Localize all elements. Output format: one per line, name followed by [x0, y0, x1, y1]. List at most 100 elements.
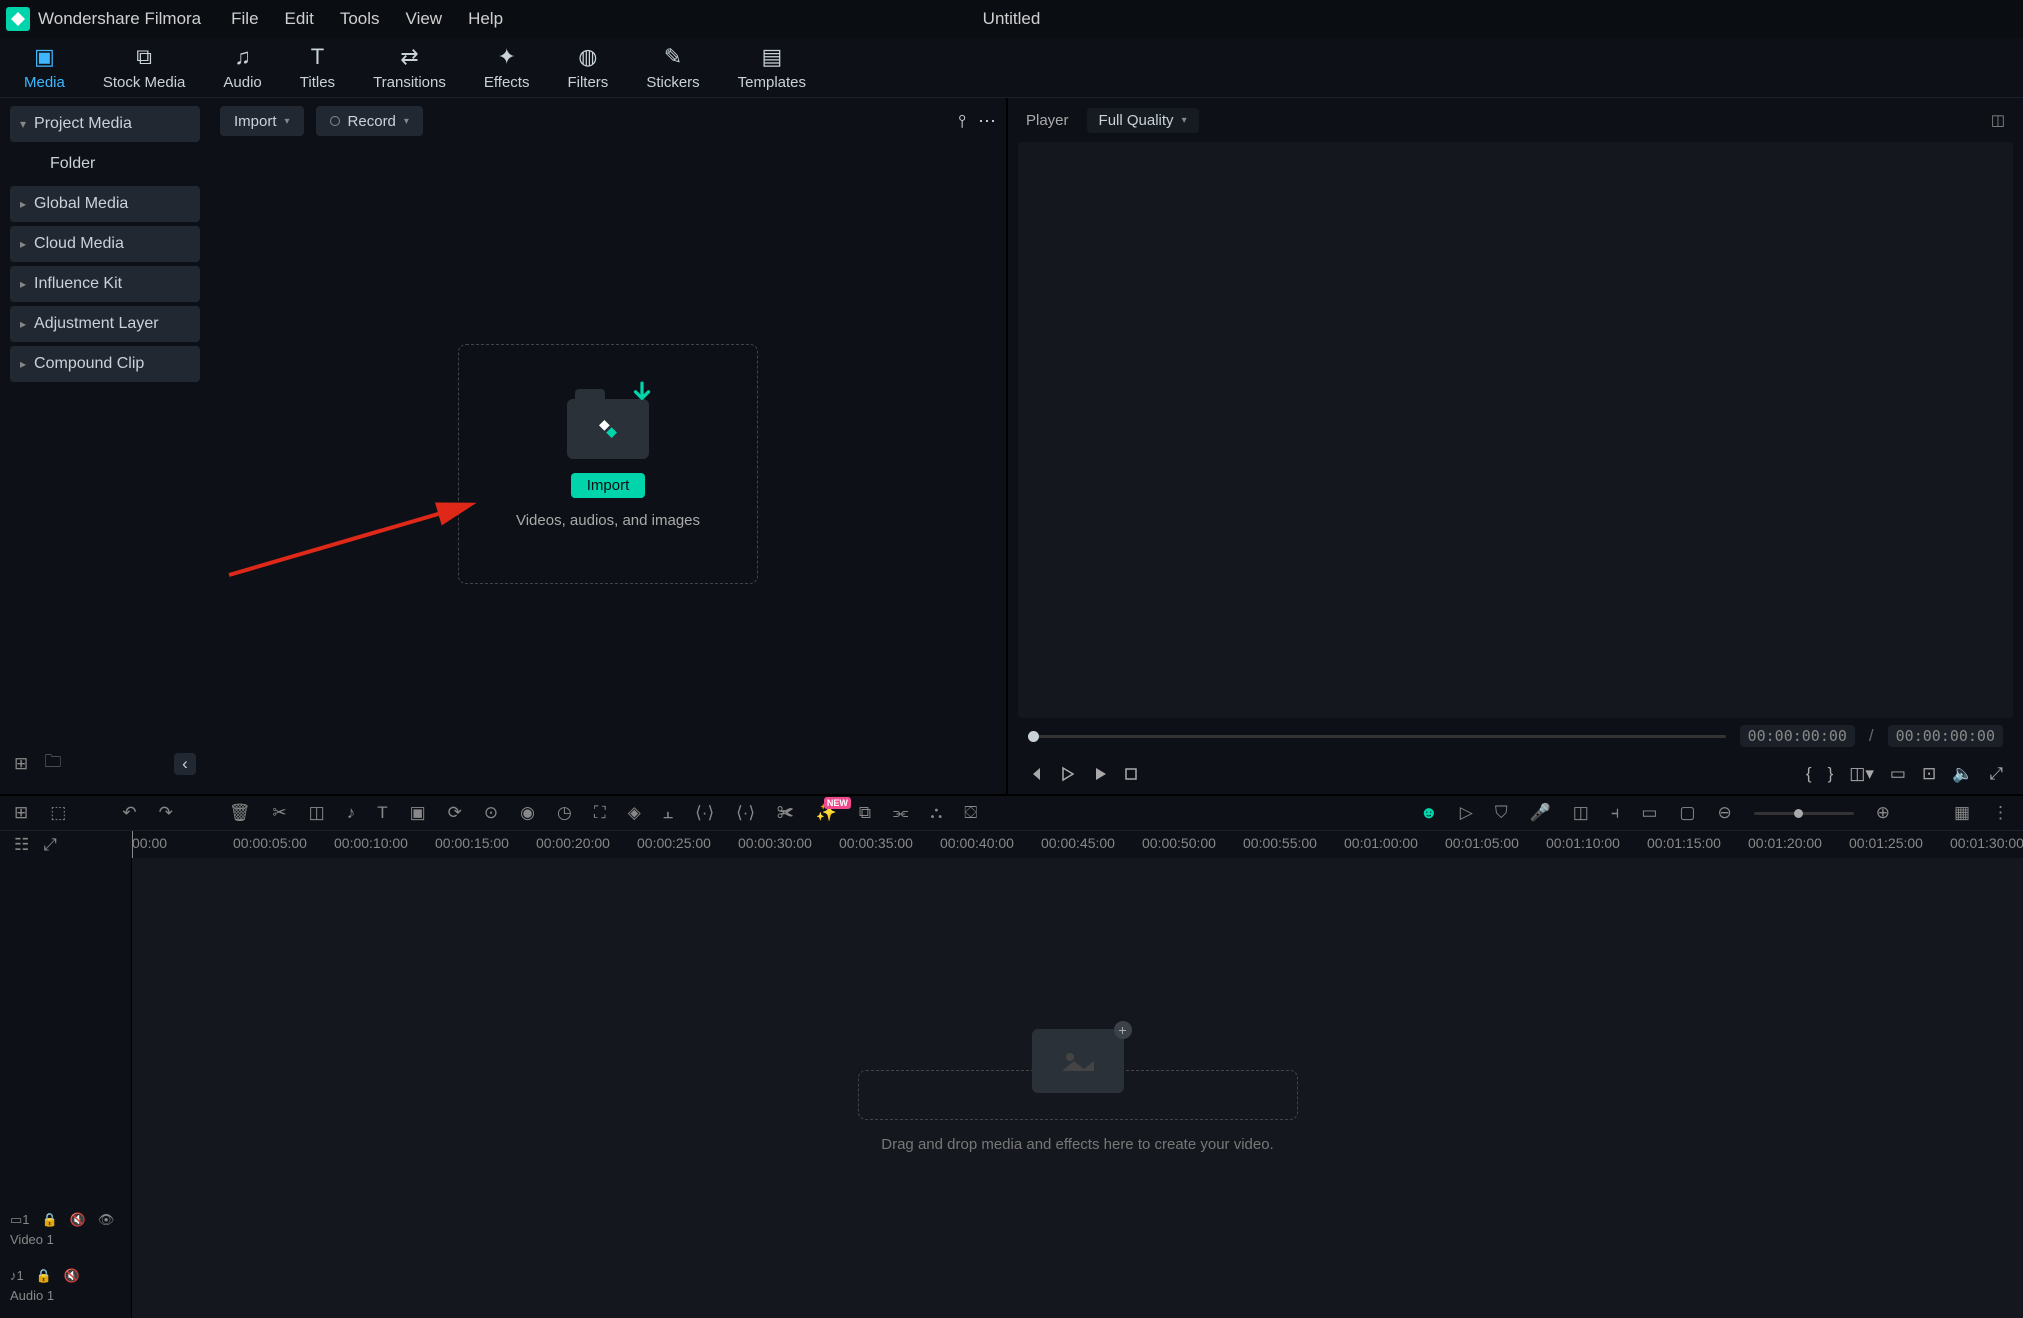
snapshot-icon[interactable]: ◫ — [1991, 111, 2005, 129]
tab-stickers[interactable]: ✎Stickers — [630, 40, 715, 96]
sidebar-item-cloud-media[interactable]: ▸Cloud Media — [10, 226, 200, 262]
more-icon[interactable]: ⋯ — [978, 111, 996, 132]
video-track-header[interactable]: ▭1🔒🔇👁 Video 1 — [0, 1206, 131, 1262]
ai-button[interactable]: ✨NEW — [816, 803, 837, 823]
menu-edit[interactable]: Edit — [285, 9, 314, 29]
mic-icon[interactable]: 🎤 — [1530, 803, 1551, 823]
render-button[interactable]: ⛋ — [964, 803, 977, 823]
crop-button[interactable]: ◫ — [309, 803, 325, 823]
mark-out-button[interactable]: } — [1828, 764, 1834, 784]
smiley-icon[interactable]: ☻ — [1420, 803, 1438, 823]
tag-button[interactable]: ◈ — [628, 803, 641, 823]
mark-in-button[interactable]: { — [1806, 764, 1812, 784]
music-button[interactable]: ♪ — [347, 803, 356, 823]
tab-media[interactable]: ▣Media — [8, 40, 81, 96]
camera-icon[interactable]: ⊡ — [1922, 764, 1936, 784]
zoom-slider[interactable] — [1754, 812, 1854, 815]
more-timeline-icon[interactable]: ⋮ — [1992, 803, 2009, 823]
delete-button[interactable]: 🗑 — [229, 803, 251, 823]
open-folder-icon[interactable]: 🗀 — [44, 749, 61, 778]
scrub-thumb[interactable] — [1028, 731, 1039, 742]
color-button[interactable]: ◉ — [520, 803, 535, 823]
sidebar-item-folder[interactable]: Folder — [10, 146, 200, 182]
sidebar-item-adjustment-layer[interactable]: ▸Adjustment Layer — [10, 306, 200, 342]
record-dropdown[interactable]: Record▾ — [316, 106, 423, 136]
prev-frame-button[interactable] — [1028, 766, 1044, 782]
mixer-icon[interactable]: ◫ — [1573, 803, 1589, 823]
tab-stock-media[interactable]: ⧉Stock Media — [87, 40, 202, 96]
tab-effects[interactable]: ✦Effects — [468, 40, 546, 96]
marker-icon[interactable]: ▢ — [1679, 803, 1695, 823]
play-backward-button[interactable] — [1060, 766, 1076, 782]
eye-icon[interactable]: 👁 — [98, 1212, 115, 1228]
sidebar-item-influence-kit[interactable]: ▸Influence Kit — [10, 266, 200, 302]
quality-dropdown[interactable]: Full Quality▾ — [1087, 108, 1199, 133]
shield-icon[interactable]: ⛉ — [1495, 803, 1508, 823]
filter-icon[interactable]: ⫯ — [958, 111, 966, 132]
tab-filters[interactable]: ◍Filters — [551, 40, 624, 96]
tab-titles[interactable]: TTitles — [284, 40, 351, 96]
frame-button[interactable]: ▣ — [410, 803, 426, 823]
cut-button[interactable]: ✂ — [272, 803, 286, 823]
video-icon: ▭1 — [10, 1212, 30, 1228]
compare-icon[interactable]: ◫▾ — [1849, 764, 1874, 784]
import-dropzone[interactable]: Import Videos, audios, and images — [458, 344, 758, 584]
text-button[interactable]: T — [377, 803, 387, 823]
link-button[interactable]: ⫘ — [893, 803, 908, 823]
ruler-expand-icon[interactable]: ⤢ — [43, 835, 57, 855]
add-bin-icon[interactable]: ⊞ — [14, 754, 28, 774]
expand-button[interactable]: ⛶ — [594, 803, 606, 823]
select-tool-icon[interactable]: ⬚ — [50, 803, 66, 823]
undo-button[interactable]: ↶ — [122, 803, 136, 823]
volume-icon[interactable]: 🔈 — [1952, 764, 1973, 784]
stop-button[interactable] — [1124, 767, 1138, 781]
player-viewport[interactable] — [1018, 142, 2013, 718]
group-button[interactable]: ⧉ — [859, 803, 871, 823]
menu-help[interactable]: Help — [468, 9, 503, 29]
play-timeline-icon[interactable]: ▷ — [1460, 803, 1473, 823]
redo-button[interactable]: ↷ — [159, 803, 173, 823]
audio-track-header[interactable]: ♪1🔒🔇 Audio 1 — [0, 1262, 131, 1318]
effects-icon: ✦ — [497, 44, 515, 70]
collapse-sidebar-button[interactable]: ‹ — [174, 753, 196, 775]
sidebar-item-project-media[interactable]: ▾Project Media — [10, 106, 200, 142]
marker-add-icon[interactable]: ▭ — [1641, 803, 1657, 823]
import-button[interactable]: Import — [571, 473, 646, 498]
ruler-track[interactable]: 00:0000:00:05:0000:00:10:0000:00:15:0000… — [132, 831, 2023, 858]
sidebar-item-compound-clip[interactable]: ▸Compound Clip — [10, 346, 200, 382]
sidebar-item-global-media[interactable]: ▸Global Media — [10, 186, 200, 222]
razor-button[interactable]: ✀ — [777, 803, 794, 823]
align-icon[interactable]: ⫞ — [1611, 803, 1620, 823]
tab-transitions[interactable]: ⇄Transitions — [357, 40, 462, 96]
menu-tools[interactable]: Tools — [340, 9, 380, 29]
tab-audio[interactable]: ♫Audio — [207, 40, 277, 96]
mute-icon[interactable]: 🔇 — [70, 1212, 86, 1228]
play-button[interactable] — [1092, 766, 1108, 782]
adjust-button[interactable]: ⫠ — [663, 803, 673, 823]
zoom-out-button[interactable]: ⊖ — [1717, 803, 1731, 823]
tab-templates[interactable]: ▤Templates — [722, 40, 822, 96]
timeline-dropzone[interactable]: + — [858, 1070, 1298, 1120]
menu-file[interactable]: File — [231, 9, 258, 29]
display-icon[interactable]: ▭ — [1890, 764, 1906, 784]
mute-icon[interactable]: 🔇 — [64, 1268, 80, 1284]
view-mode-icon[interactable]: ▦ — [1954, 803, 1970, 823]
bracket-in-button[interactable]: ⟨·⟩ — [695, 803, 714, 823]
zoom-thumb[interactable] — [1794, 809, 1803, 818]
timeline-tracks[interactable]: + Drag and drop media and effects here t… — [132, 858, 2023, 1318]
ruler-grid-icon[interactable]: ☷ — [14, 835, 29, 855]
lock-icon[interactable]: 🔒 — [42, 1212, 58, 1228]
scrub-track[interactable] — [1028, 735, 1726, 738]
menu-view[interactable]: View — [406, 9, 443, 29]
rotate-button[interactable]: ⟳ — [448, 803, 462, 823]
ruler-tick: 00:00:35:00 — [839, 835, 913, 851]
grid-icon[interactable]: ⊞ — [14, 803, 28, 823]
fullscreen-icon[interactable]: ⤢ — [1989, 764, 2003, 784]
speed-button[interactable]: ⊙ — [484, 803, 498, 823]
bracket-out-button[interactable]: ⟨·⟩ — [736, 803, 755, 823]
clock-button[interactable]: ◷ — [557, 803, 572, 823]
zoom-in-button[interactable]: ⊕ — [1876, 803, 1890, 823]
lock-icon[interactable]: 🔒 — [36, 1268, 52, 1284]
detach-button[interactable]: ⛬ — [930, 803, 942, 823]
import-dropdown[interactable]: Import▾ — [220, 106, 304, 136]
